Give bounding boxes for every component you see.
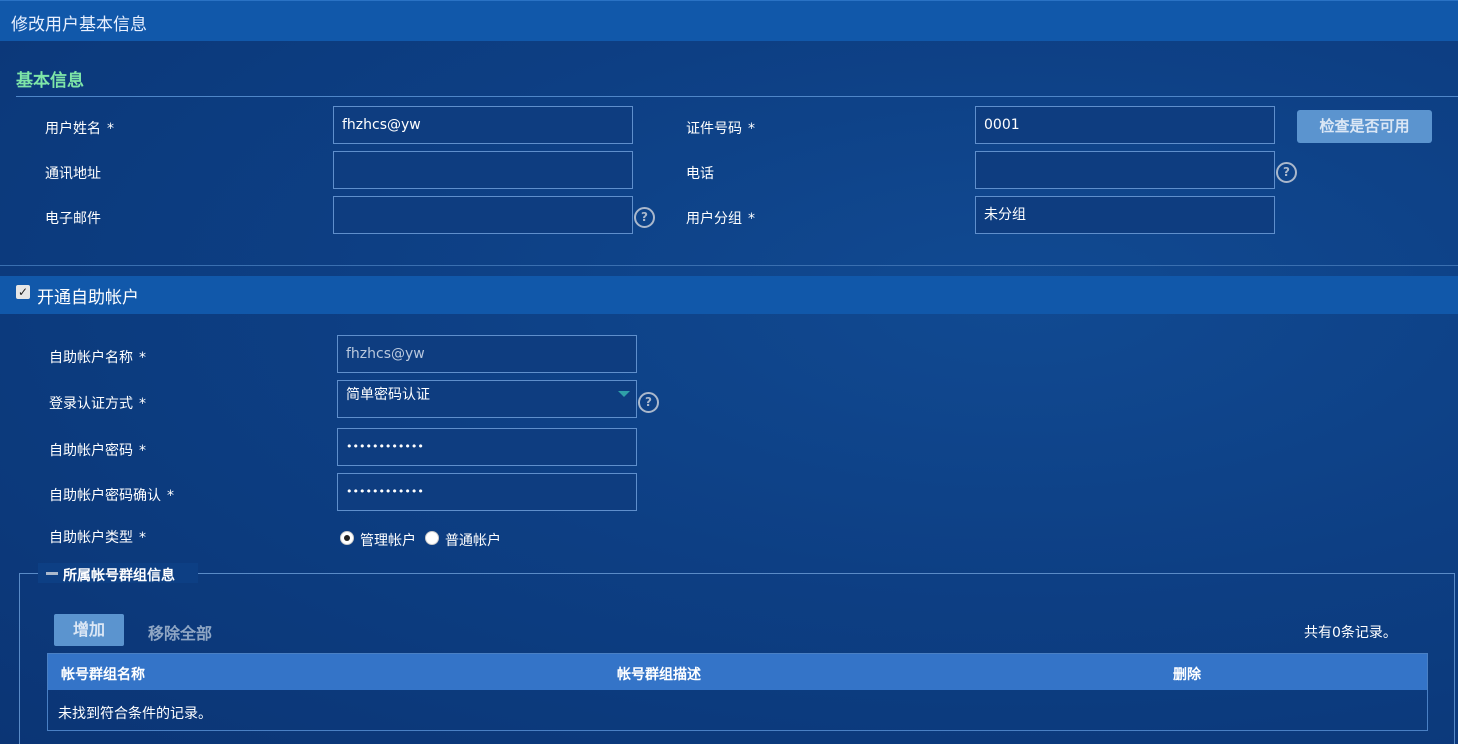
username-label-text: 用户姓名 <box>45 121 101 137</box>
radio-normal-account-label[interactable]: 普通帐户 <box>445 530 501 550</box>
username-input[interactable]: fhzhcs@yw <box>333 106 633 144</box>
password-confirm-label: 自助帐户密码确认 * <box>49 485 174 505</box>
empty-table-message: 未找到符合条件的记录。 <box>58 706 212 722</box>
email-label: 电子邮件 <box>45 211 101 227</box>
auth-method-label: 登录认证方式 * <box>49 393 146 413</box>
minus-icon[interactable] <box>46 572 58 575</box>
enable-self-service-checkbox[interactable]: ✓ <box>16 285 30 299</box>
column-delete[interactable]: 删除 <box>1173 664 1201 684</box>
account-name-label: 自助帐户名称 * <box>49 347 146 367</box>
chevron-down-icon[interactable] <box>618 391 630 397</box>
address-label: 通讯地址 <box>45 166 101 182</box>
table-header: 帐号群组名称 帐号群组描述 删除 <box>48 654 1427 690</box>
account-name-label-text: 自助帐户名称 <box>49 350 133 366</box>
user-group-label: 用户分组 * <box>686 208 755 228</box>
password-label-text: 自助帐户密码 <box>49 443 133 459</box>
required-mark: * <box>167 488 174 504</box>
username-label: 用户姓名 * <box>45 118 114 138</box>
email-help-icon[interactable]: ? <box>634 207 655 228</box>
password-input[interactable]: •••••••••••• <box>337 428 637 466</box>
required-mark: * <box>139 530 146 546</box>
account-name-input: fhzhcs@yw <box>337 335 637 373</box>
phone-label: 电话 <box>686 166 714 182</box>
radio-normal-account[interactable] <box>425 531 439 545</box>
record-count: 共有0条记录。 <box>1304 625 1397 641</box>
self-service-bar <box>0 276 1458 314</box>
account-groups-legend: 所属帐号群组信息 <box>63 568 175 584</box>
account-type-label-text: 自助帐户类型 <box>49 530 133 546</box>
enable-self-service-label[interactable]: 开通自助帐户 <box>37 283 139 308</box>
column-group-description[interactable]: 帐号群组描述 <box>617 664 701 684</box>
auth-help-icon[interactable]: ? <box>638 392 659 413</box>
section-separator <box>0 265 1458 266</box>
check-availability-button[interactable]: 检查是否可用 <box>1297 110 1432 143</box>
add-group-button[interactable]: 增加 <box>54 614 124 646</box>
password-label: 自助帐户密码 * <box>49 440 146 460</box>
email-input[interactable] <box>333 196 633 234</box>
required-mark: * <box>107 121 114 137</box>
auth-method-select[interactable]: 简单密码认证 <box>337 380 637 418</box>
column-group-name[interactable]: 帐号群组名称 <box>61 664 145 684</box>
phone-input[interactable] <box>975 151 1275 189</box>
auth-method-label-text: 登录认证方式 <box>49 396 133 412</box>
radio-admin-account-label[interactable]: 管理帐户 <box>360 530 416 550</box>
id-number-input[interactable]: 0001 <box>975 106 1275 144</box>
page-title: 修改用户基本信息 <box>11 15 147 35</box>
radio-admin-account[interactable] <box>340 531 354 545</box>
password-confirm-input[interactable]: •••••••••••• <box>337 473 637 511</box>
basic-info-section-title: 基本信息 <box>16 71 84 91</box>
required-mark: * <box>139 396 146 412</box>
required-mark: * <box>139 350 146 366</box>
required-mark: * <box>748 211 755 227</box>
address-input[interactable] <box>333 151 633 189</box>
id-number-label-text: 证件号码 <box>686 121 742 137</box>
user-group-input[interactable]: 未分组 <box>975 196 1275 234</box>
user-group-label-text: 用户分组 <box>686 211 742 227</box>
account-type-label: 自助帐户类型 * <box>49 527 146 547</box>
id-number-label: 证件号码 * <box>686 118 755 138</box>
password-confirm-label-text: 自助帐户密码确认 <box>49 488 161 504</box>
section-divider <box>16 96 1458 97</box>
required-mark: * <box>748 121 755 137</box>
phone-help-icon[interactable]: ? <box>1276 162 1297 183</box>
remove-all-button[interactable]: 移除全部 <box>148 620 212 644</box>
required-mark: * <box>139 443 146 459</box>
title-bar: 修改用户基本信息 <box>0 0 1458 41</box>
account-groups-table: 帐号群组名称 帐号群组描述 删除 未找到符合条件的记录。 <box>47 653 1428 731</box>
